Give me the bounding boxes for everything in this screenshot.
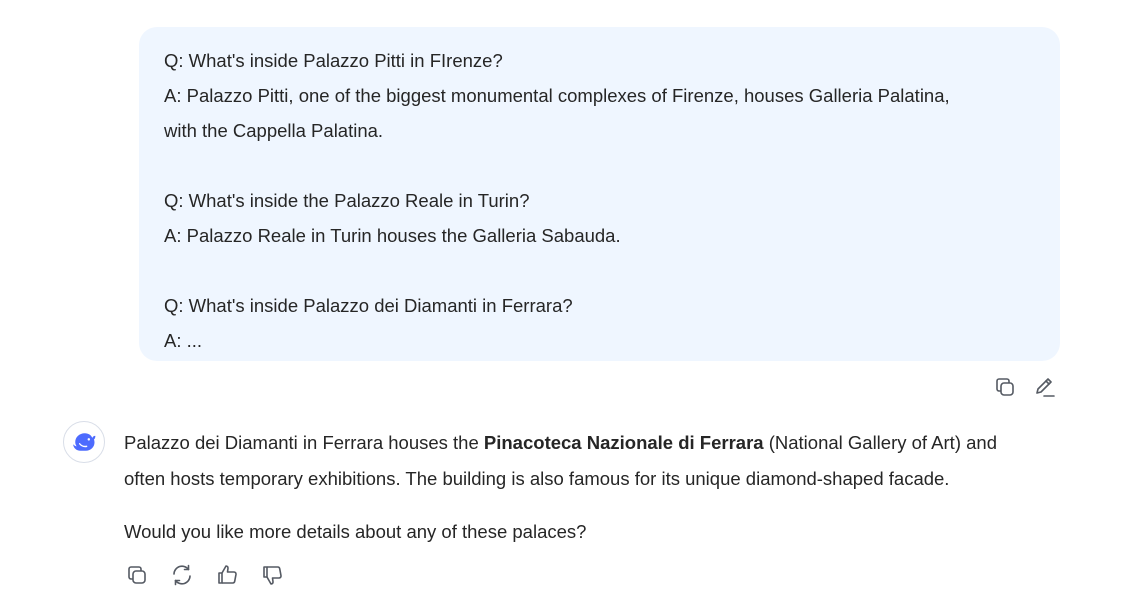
assistant-text: (National Gallery of Art) and [763,432,997,453]
assistant-paragraph-line: often hosts temporary exhibitions. The b… [124,468,950,489]
edit-icon[interactable] [1032,374,1058,400]
assistant-text: Palazzo dei Diamanti in Ferrara houses t… [124,432,484,453]
thumbs-down-icon[interactable] [259,562,285,588]
assistant-avatar [63,421,105,463]
user-message-blank-line [164,253,1035,288]
user-message-line: Q: What's inside Palazzo dei Diamanti in… [164,295,573,316]
copy-icon[interactable] [992,374,1018,400]
assistant-bold-text: Pinacoteca Nazionale di Ferrara [483,432,764,453]
assistant-followup-question: Would you like more details about any of… [124,521,587,542]
user-message-line: Q: What's inside the Palazzo Reale in Tu… [164,190,530,211]
user-message-line: A: ... [164,330,203,351]
user-message-line: A: Palazzo Reale in Turin houses the Gal… [164,225,621,246]
whale-logo-icon [73,433,96,451]
user-message-line: Q: What's inside Palazzo Pitti in FIrenz… [164,50,503,71]
assistant-message: Palazzo dei Diamanti in Ferrara houses t… [124,425,1074,550]
user-message-actions [992,374,1058,400]
regenerate-icon[interactable] [169,562,195,588]
user-message-line: A: Palazzo Pitti, one of the biggest mon… [164,85,950,106]
assistant-paragraph-line: Palazzo dei Diamanti in Ferrara houses t… [124,425,1074,461]
assistant-message-actions [124,562,285,588]
user-message-blank-line [164,148,1035,183]
user-message-bubble: Q: What's inside Palazzo Pitti in FIrenz… [139,27,1060,361]
copy-icon[interactable] [124,562,150,588]
user-message-line: with the Cappella Palatina. [164,120,384,141]
thumbs-up-icon[interactable] [214,562,240,588]
